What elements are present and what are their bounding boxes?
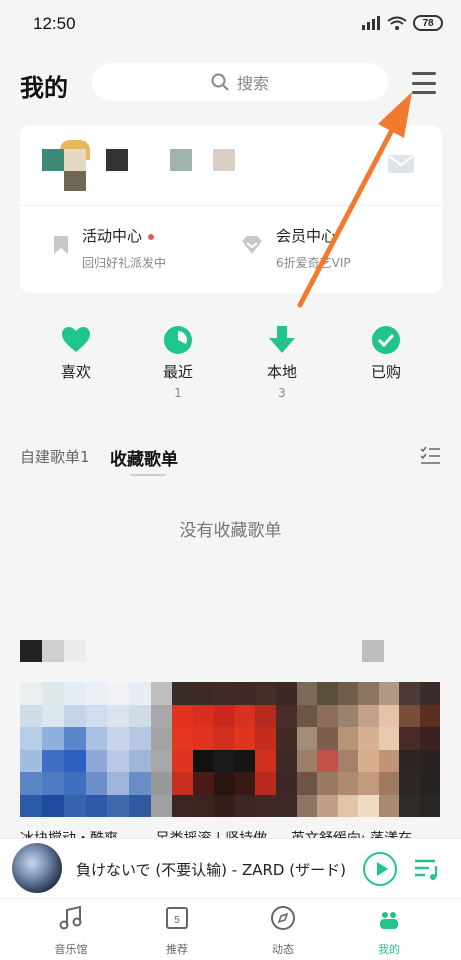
empty-state-text: 没有收藏歌单	[179, 521, 282, 541]
quick-like-count	[46, 386, 106, 400]
quick-recent-count: 1	[174, 386, 182, 400]
quick-local-label: 本地	[266, 363, 297, 381]
activity-title: 活动中心	[82, 227, 143, 245]
playlist-cover[interactable]	[20, 682, 151, 817]
tab-created[interactable]: 自建歌单1	[20, 446, 90, 467]
music-note-icon	[59, 905, 82, 930]
playlist-cover[interactable]	[297, 682, 440, 817]
header-block	[64, 640, 86, 662]
compass-icon	[271, 906, 295, 930]
tab-mine[interactable]: 我的	[354, 905, 424, 957]
avatar-block	[42, 149, 64, 171]
header-block	[362, 640, 384, 662]
card-divider	[20, 205, 442, 206]
activity-sub: 回归好礼派发中	[82, 256, 167, 270]
tab-activity[interactable]: 动态	[248, 905, 318, 957]
quick-purchased-count	[356, 386, 416, 400]
quick-recent[interactable]: 最近 1	[148, 325, 208, 400]
tab-collected[interactable]: 收藏歌单	[110, 445, 178, 470]
checklist-icon[interactable]	[420, 446, 440, 464]
search-input[interactable]: 搜索	[92, 63, 388, 101]
bookmark-icon	[54, 236, 68, 254]
recommend-covers	[20, 682, 440, 817]
battery-indicator: 78	[413, 15, 443, 31]
menu-button[interactable]	[410, 70, 438, 96]
svg-text:5: 5	[174, 915, 180, 926]
mail-icon[interactable]	[388, 155, 414, 173]
username-block	[170, 149, 192, 171]
clock-icon	[163, 325, 193, 355]
quick-access: 喜欢 最近 1 本地 3 已购	[0, 325, 461, 405]
quick-local[interactable]: 本地 3	[252, 325, 312, 400]
playlist-tabs: 自建歌单1 收藏歌单	[20, 440, 442, 480]
profile-card: 活动中心 回归好礼派发中 会员中心 6折爱奇艺VIP	[20, 125, 442, 293]
tab-label: 音乐馆	[54, 943, 88, 956]
menu-line	[412, 72, 436, 75]
header: 我的 搜索	[0, 58, 461, 108]
bottom-tab-bar: 音乐馆 5 推荐 动态 我的	[0, 898, 461, 960]
header-block	[42, 640, 64, 662]
tab-music-hall[interactable]: 音乐馆	[36, 905, 106, 957]
search-icon	[211, 73, 229, 91]
username-block	[213, 149, 235, 171]
vip-sub: 6折爱奇艺VIP	[276, 256, 351, 270]
status-time: 12:50	[33, 14, 76, 33]
tab-label: 动态	[272, 943, 294, 956]
quick-recent-label: 最近	[162, 363, 193, 381]
vip-title: 会员中心	[276, 227, 337, 245]
search-placeholder: 搜索	[236, 74, 269, 93]
status-bar: 12:50 78	[0, 0, 461, 50]
quick-like[interactable]: 喜欢	[46, 325, 106, 400]
play-button[interactable]	[363, 852, 397, 886]
download-icon	[267, 325, 297, 355]
tab-label: 推荐	[166, 943, 188, 956]
playlist-cover[interactable]	[151, 682, 297, 817]
menu-line	[412, 81, 436, 85]
wifi-icon	[387, 16, 407, 30]
playlist-queue-icon[interactable]	[413, 855, 441, 883]
avatar-block	[64, 149, 86, 171]
avatar-block	[64, 171, 86, 191]
page-title: 我的	[20, 74, 68, 102]
calendar-icon: 5	[166, 907, 188, 929]
album-art[interactable]	[12, 843, 62, 893]
quick-local-count: 3	[278, 386, 286, 400]
vip-center[interactable]: 会员中心 6折爱奇艺VIP	[240, 225, 351, 271]
heart-icon	[61, 325, 91, 355]
username-block	[106, 149, 128, 171]
check-icon	[371, 325, 401, 355]
quick-purchased[interactable]: 已购	[356, 325, 416, 400]
quick-purchased-label: 已购	[370, 363, 401, 381]
header-block	[20, 640, 42, 662]
mini-player[interactable]: 負けないで (不要认输) - ZARD (ザード)	[0, 838, 461, 898]
tab-recommend[interactable]: 5 推荐	[142, 905, 212, 957]
quick-like-label: 喜欢	[60, 363, 91, 381]
notification-dot	[148, 233, 155, 240]
diamond-icon	[242, 236, 262, 254]
profile-icon	[380, 912, 398, 929]
tab-indicator	[130, 474, 166, 476]
menu-line	[412, 91, 436, 94]
now-playing-title: 負けないで (不要认输) - ZARD (ザード)	[76, 861, 346, 879]
signal-icon	[362, 16, 380, 30]
tab-label: 我的	[378, 943, 400, 956]
envelope-glyph	[388, 155, 414, 167]
activity-center[interactable]: 活动中心 回归好礼派发中	[52, 225, 166, 271]
